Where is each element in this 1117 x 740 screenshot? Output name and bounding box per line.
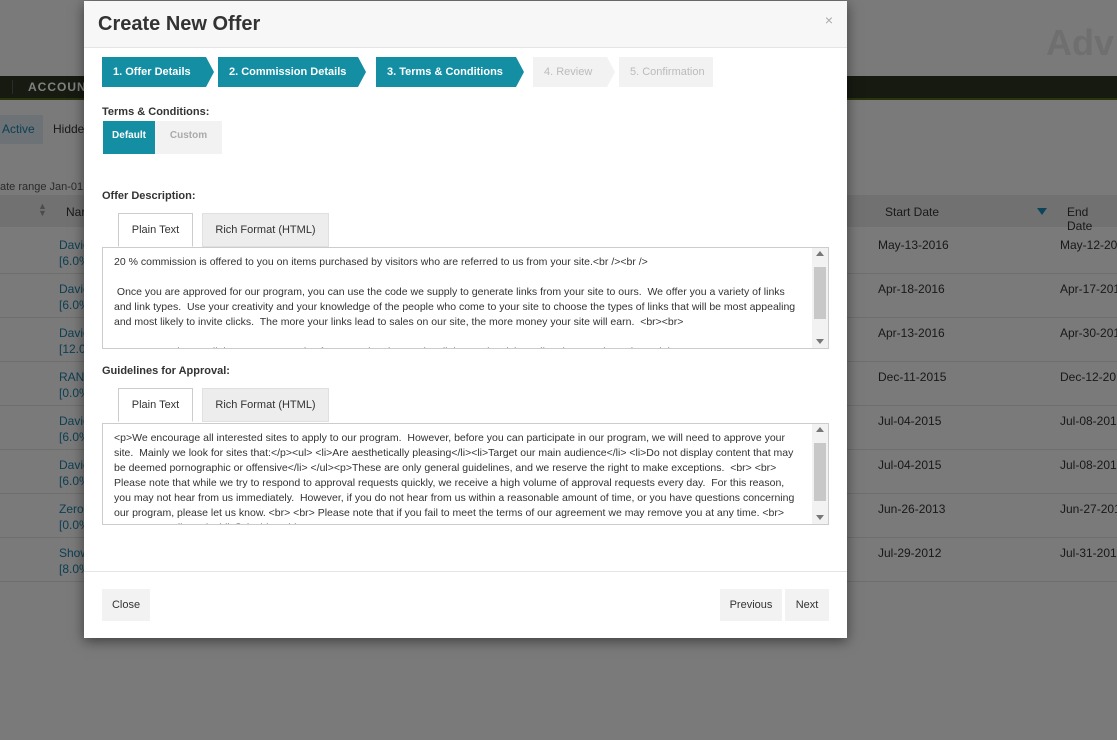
scroll-up-icon[interactable] bbox=[816, 251, 824, 256]
step-arrow bbox=[206, 57, 214, 87]
step-label: 4. Review bbox=[544, 66, 593, 78]
step-arrow bbox=[516, 57, 524, 87]
step-terms-conditions[interactable]: 3. Terms & Conditions bbox=[376, 57, 524, 87]
tab-plain-text[interactable]: Plain Text bbox=[118, 388, 193, 422]
scroll-thumb[interactable] bbox=[814, 443, 826, 501]
offer-description-text: 20 % commission is offered to you on ite… bbox=[114, 256, 796, 348]
create-offer-modal: Create New Offer × 1. Offer Details 2. C… bbox=[84, 1, 847, 638]
terms-label: Terms & Conditions: bbox=[102, 106, 210, 118]
close-button[interactable]: Close bbox=[102, 589, 150, 621]
tab-rich-format[interactable]: Rich Format (HTML) bbox=[202, 213, 329, 247]
step-commission-details[interactable]: 2. Commission Details bbox=[218, 57, 366, 87]
scrollbar[interactable] bbox=[812, 248, 828, 348]
modal-header: Create New Offer × bbox=[84, 1, 847, 48]
step-label: 5. Confirmation bbox=[630, 66, 705, 78]
terms-toggle: Default Custom bbox=[103, 121, 222, 154]
toggle-custom-button[interactable]: Custom bbox=[155, 121, 222, 154]
step-label: 2. Commission Details bbox=[229, 66, 347, 78]
step-label: 3. Terms & Conditions bbox=[387, 66, 503, 78]
offer-description-label: Offer Description: bbox=[102, 190, 196, 202]
close-icon[interactable]: × bbox=[825, 12, 833, 28]
guidelines-text: <p>We encourage all interested sites to … bbox=[114, 432, 795, 524]
previous-button[interactable]: Previous bbox=[720, 589, 782, 621]
scrollbar[interactable] bbox=[812, 424, 828, 524]
step-arrow bbox=[358, 57, 366, 87]
offer-description-textarea[interactable]: 20 % commission is offered to you on ite… bbox=[102, 247, 829, 349]
scroll-down-icon[interactable] bbox=[816, 339, 824, 344]
step-label: 1. Offer Details bbox=[113, 66, 191, 78]
step-arrow bbox=[607, 57, 615, 87]
step-review: 4. Review bbox=[533, 57, 615, 87]
modal-footer-divider bbox=[84, 571, 847, 572]
guidelines-label: Guidelines for Approval: bbox=[102, 365, 230, 377]
scroll-down-icon[interactable] bbox=[816, 515, 824, 520]
tab-plain-text[interactable]: Plain Text bbox=[118, 213, 193, 247]
guidelines-textarea[interactable]: <p>We encourage all interested sites to … bbox=[102, 423, 829, 525]
scroll-thumb[interactable] bbox=[814, 267, 826, 319]
step-confirmation: 5. Confirmation bbox=[619, 57, 713, 87]
step-offer-details[interactable]: 1. Offer Details bbox=[102, 57, 214, 87]
toggle-default-button[interactable]: Default bbox=[103, 121, 155, 154]
tab-rich-format[interactable]: Rich Format (HTML) bbox=[202, 388, 329, 422]
scroll-up-icon[interactable] bbox=[816, 427, 824, 432]
modal-title: Create New Offer bbox=[98, 13, 261, 35]
next-button[interactable]: Next bbox=[785, 589, 829, 621]
